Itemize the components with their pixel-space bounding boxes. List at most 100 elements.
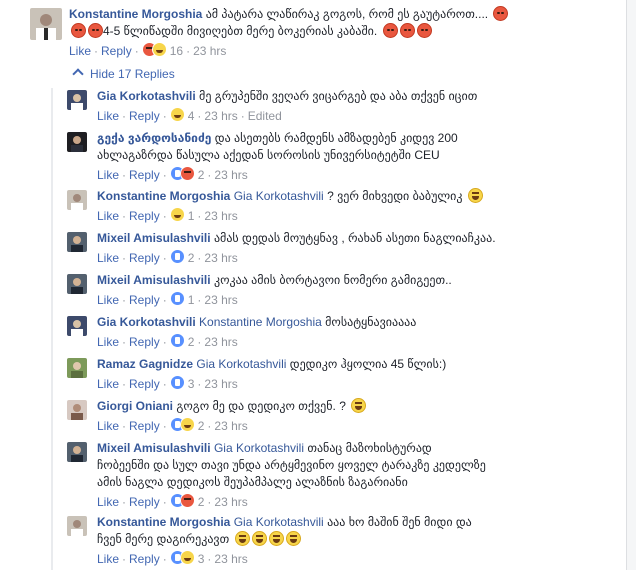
like-button[interactable]: Like	[69, 44, 91, 58]
reply-author[interactable]: Giorgi Oniani	[97, 399, 173, 413]
like-button[interactable]: Like	[97, 168, 119, 182]
timestamp[interactable]: 23 hrs	[214, 552, 247, 566]
like-reaction-icon[interactable]	[169, 375, 185, 390]
like-button[interactable]: Like	[97, 419, 119, 433]
reply-author[interactable]: Konstantine Morgoshia	[97, 189, 230, 203]
reply-button[interactable]: Reply	[129, 495, 160, 509]
reply-button[interactable]: Reply	[129, 209, 160, 223]
like-button[interactable]: Like	[97, 552, 119, 566]
mention-link[interactable]: Gia Korkotashvili	[196, 357, 286, 371]
haha-reaction-icon[interactable]	[179, 550, 195, 565]
reply-button[interactable]: Reply	[129, 377, 160, 391]
reply-author[interactable]: Konstantine Morgoshia	[97, 515, 230, 529]
reply-text: ააა ხო მაშინ შენ მიდი და	[327, 515, 472, 529]
avatar[interactable]	[67, 316, 87, 336]
reply-author[interactable]: Gia Korkotashvili	[97, 89, 196, 103]
reaction-count[interactable]: 3	[198, 552, 205, 566]
reply-button[interactable]: Reply	[129, 251, 160, 265]
haha-reaction-icon[interactable]	[169, 107, 185, 122]
laughing-emoji-icon	[467, 188, 483, 203]
timestamp[interactable]: 23 hrs	[204, 293, 237, 307]
hide-replies-toggle[interactable]: Hide 17 Replies	[70, 66, 175, 82]
avatar[interactable]	[67, 442, 87, 462]
like-button[interactable]: Like	[97, 377, 119, 391]
timestamp[interactable]: 23 hrs	[204, 109, 237, 123]
reply-button[interactable]: Reply	[129, 293, 160, 307]
reply-author[interactable]: Ramaz Gagnidze	[97, 357, 193, 371]
timestamp[interactable]: 23 hrs	[204, 209, 237, 223]
reply-button[interactable]: Reply	[129, 168, 160, 182]
like-reaction-icon[interactable]	[169, 249, 185, 264]
haha-reaction-icon[interactable]	[151, 42, 167, 57]
reply-text: ? ვერ მიხვედი ბაბულიკ	[327, 189, 463, 203]
timestamp[interactable]: 23 hrs	[204, 377, 237, 391]
reply-text-line2: ჩვენ მერე დაგირეკავთ	[97, 532, 230, 546]
reaction-count[interactable]: 2	[188, 251, 195, 265]
angry-emoji-icon	[88, 23, 103, 38]
reply-author[interactable]: Gia Korkotashvili	[97, 315, 196, 329]
reply-author[interactable]: Mixeil Amisulashvili	[97, 273, 211, 287]
like-button[interactable]: Like	[97, 109, 119, 123]
comment-text: ამ პატარა ლაწირაკ გოგოს, რომ ეს გაუტაროთ…	[205, 7, 489, 21]
timestamp[interactable]: 23 hrs	[193, 44, 226, 58]
scrollbar-track[interactable]	[627, 0, 636, 570]
reaction-count[interactable]: 2	[188, 335, 195, 349]
comment-actions: Like · Reply · 16 · 23 hrs	[69, 42, 227, 58]
reply-author[interactable]: Mixeil Amisulashvili	[97, 231, 211, 245]
reaction-count[interactable]: 4	[188, 109, 195, 123]
mention-link[interactable]: Gia Korkotashvili	[214, 441, 304, 455]
mention-link[interactable]: Gia Korkotashvili	[234, 515, 324, 529]
edited-label[interactable]: Edited	[248, 109, 282, 123]
reaction-count[interactable]: 2	[198, 168, 205, 182]
mention-link[interactable]: Konstantine Morgoshia	[199, 315, 322, 329]
avatar[interactable]	[67, 232, 87, 252]
reply-item: Konstantine Morgoshia Gia Korkotashvili …	[67, 514, 622, 567]
reply-button[interactable]: Reply	[129, 109, 160, 123]
avatar[interactable]	[67, 190, 87, 210]
like-reaction-icon[interactable]	[169, 333, 185, 348]
like-button[interactable]: Like	[97, 335, 119, 349]
reaction-count[interactable]: 16	[170, 44, 183, 58]
haha-reaction-icon[interactable]	[169, 207, 185, 222]
angry-reaction-icon[interactable]	[179, 493, 195, 508]
reply-author[interactable]: გექა ვარდოსანიძე	[97, 131, 211, 145]
timestamp[interactable]: 23 hrs	[204, 251, 237, 265]
avatar[interactable]	[30, 8, 62, 40]
reply-author[interactable]: Mixeil Amisulashvili	[97, 441, 211, 455]
reply-button[interactable]: Reply	[129, 552, 160, 566]
reaction-count[interactable]: 2	[198, 495, 205, 509]
reply-item: Gia Korkotashvili მე გრუპენში ვეღარ ვიცა…	[67, 88, 622, 124]
avatar[interactable]	[67, 274, 87, 294]
like-button[interactable]: Like	[97, 209, 119, 223]
reply-text: თანაც მაზოხისტურად	[307, 441, 432, 455]
like-button[interactable]: Like	[97, 251, 119, 265]
comment-author[interactable]: Konstantine Morgoshia	[69, 7, 202, 21]
avatar[interactable]	[67, 90, 87, 110]
reaction-count[interactable]: 1	[188, 209, 195, 223]
avatar[interactable]	[67, 358, 87, 378]
reply-rail	[51, 88, 53, 570]
timestamp[interactable]: 23 hrs	[214, 419, 247, 433]
like-button[interactable]: Like	[97, 495, 119, 509]
laughing-emoji-icon	[234, 531, 250, 546]
timestamp[interactable]: 23 hrs	[204, 335, 237, 349]
avatar[interactable]	[67, 400, 87, 420]
reply-text: კოკაა ამის ბორტავოი ნომერი გამიგეეთ..	[213, 273, 452, 287]
reaction-count[interactable]: 1	[188, 293, 195, 307]
reply-button[interactable]: Reply	[129, 419, 160, 433]
top-comment: Konstantine Morgoshia ამ პატარა ლაწირაკ …	[30, 6, 620, 59]
timestamp[interactable]: 23 hrs	[214, 495, 247, 509]
haha-reaction-icon[interactable]	[179, 417, 195, 432]
reaction-count[interactable]: 3	[188, 377, 195, 391]
angry-reaction-icon[interactable]	[179, 166, 195, 181]
timestamp[interactable]: 23 hrs	[214, 168, 247, 182]
mention-link[interactable]: Gia Korkotashvili	[234, 189, 324, 203]
avatar[interactable]	[67, 132, 87, 152]
like-button[interactable]: Like	[97, 293, 119, 307]
reply-button[interactable]: Reply	[129, 335, 160, 349]
reply-button[interactable]: Reply	[101, 44, 132, 58]
avatar[interactable]	[67, 516, 87, 536]
reply-item: Giorgi Oniani გოგო მე და დედიკო თქვენ. ?…	[67, 398, 622, 434]
reaction-count[interactable]: 2	[198, 419, 205, 433]
like-reaction-icon[interactable]	[169, 291, 185, 306]
